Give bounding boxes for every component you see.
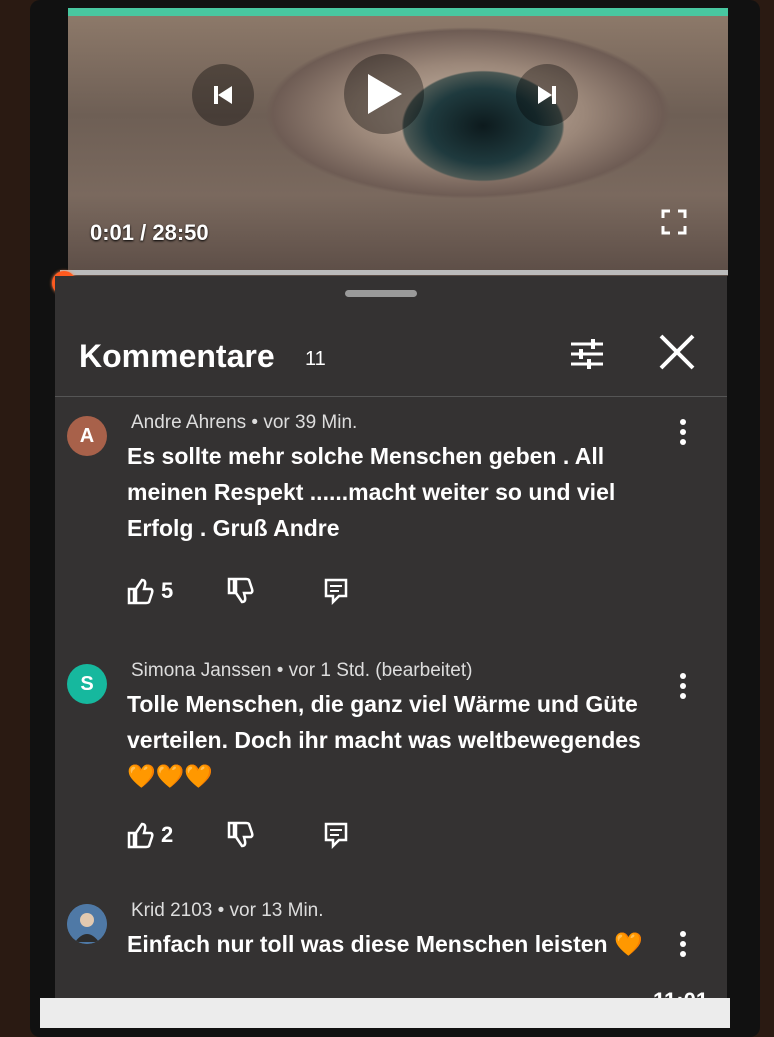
dislike-icon[interactable]: [225, 820, 255, 850]
reply-icon[interactable]: [321, 576, 351, 606]
comment-meta: Krid 2103 • vor 13 Min.: [131, 900, 324, 921]
comment-actions: 5: [125, 576, 385, 606]
play-icon: [368, 74, 402, 114]
like-icon[interactable]: [125, 576, 155, 606]
user-photo-icon: [67, 904, 107, 944]
comments-count: 11: [305, 348, 326, 370]
comment-actions: 2: [125, 820, 385, 850]
more-options-icon[interactable]: [673, 926, 693, 962]
close-icon[interactable]: [655, 330, 699, 374]
more-options-icon[interactable]: [673, 414, 693, 450]
more-options-icon[interactable]: [673, 668, 693, 704]
comment-meta: Simona Janssen • vor 1 Std. (bearbeitet): [131, 660, 473, 681]
video-player[interactable]: 0:01 / 28:50: [68, 8, 728, 276]
avatar[interactable]: A: [67, 416, 107, 456]
like-count: 2: [161, 822, 174, 847]
dislike-icon[interactable]: [225, 576, 255, 606]
comments-panel: Kommentare 11 A Andre Ahrens • vor 39 Mi…: [55, 276, 727, 1013]
avatar-letter: A: [79, 424, 95, 447]
like-icon[interactable]: [125, 820, 155, 850]
fullscreen-icon[interactable]: [660, 208, 688, 236]
header-divider: [55, 396, 727, 397]
drag-handle[interactable]: [345, 290, 417, 297]
comment-text: Es sollte mehr solche Menschen geben . A…: [127, 443, 616, 541]
previous-button[interactable]: [192, 64, 254, 126]
avatar[interactable]: S: [67, 664, 107, 704]
bottom-bar: [40, 998, 730, 1028]
reply-icon[interactable]: [321, 820, 351, 850]
avatar-letter: S: [80, 672, 94, 695]
skip-previous-icon: [214, 86, 232, 104]
next-button[interactable]: [516, 64, 578, 126]
comments-title: Kommentare: [79, 338, 275, 374]
filter-icon[interactable]: [567, 334, 607, 374]
video-progress-track[interactable]: [60, 270, 728, 275]
skip-next-icon: [538, 86, 556, 104]
comment-text: Einfach nur toll was diese Menschen leis…: [127, 931, 643, 957]
like-count: 5: [161, 578, 174, 603]
play-button[interactable]: [344, 54, 424, 134]
comment-text: Tolle Menschen, die ganz viel Wärme und …: [127, 691, 641, 789]
avatar[interactable]: [67, 904, 107, 944]
comment-meta: Andre Ahrens • vor 39 Min.: [131, 412, 358, 433]
video-time: 0:01 / 28:50: [90, 220, 209, 245]
